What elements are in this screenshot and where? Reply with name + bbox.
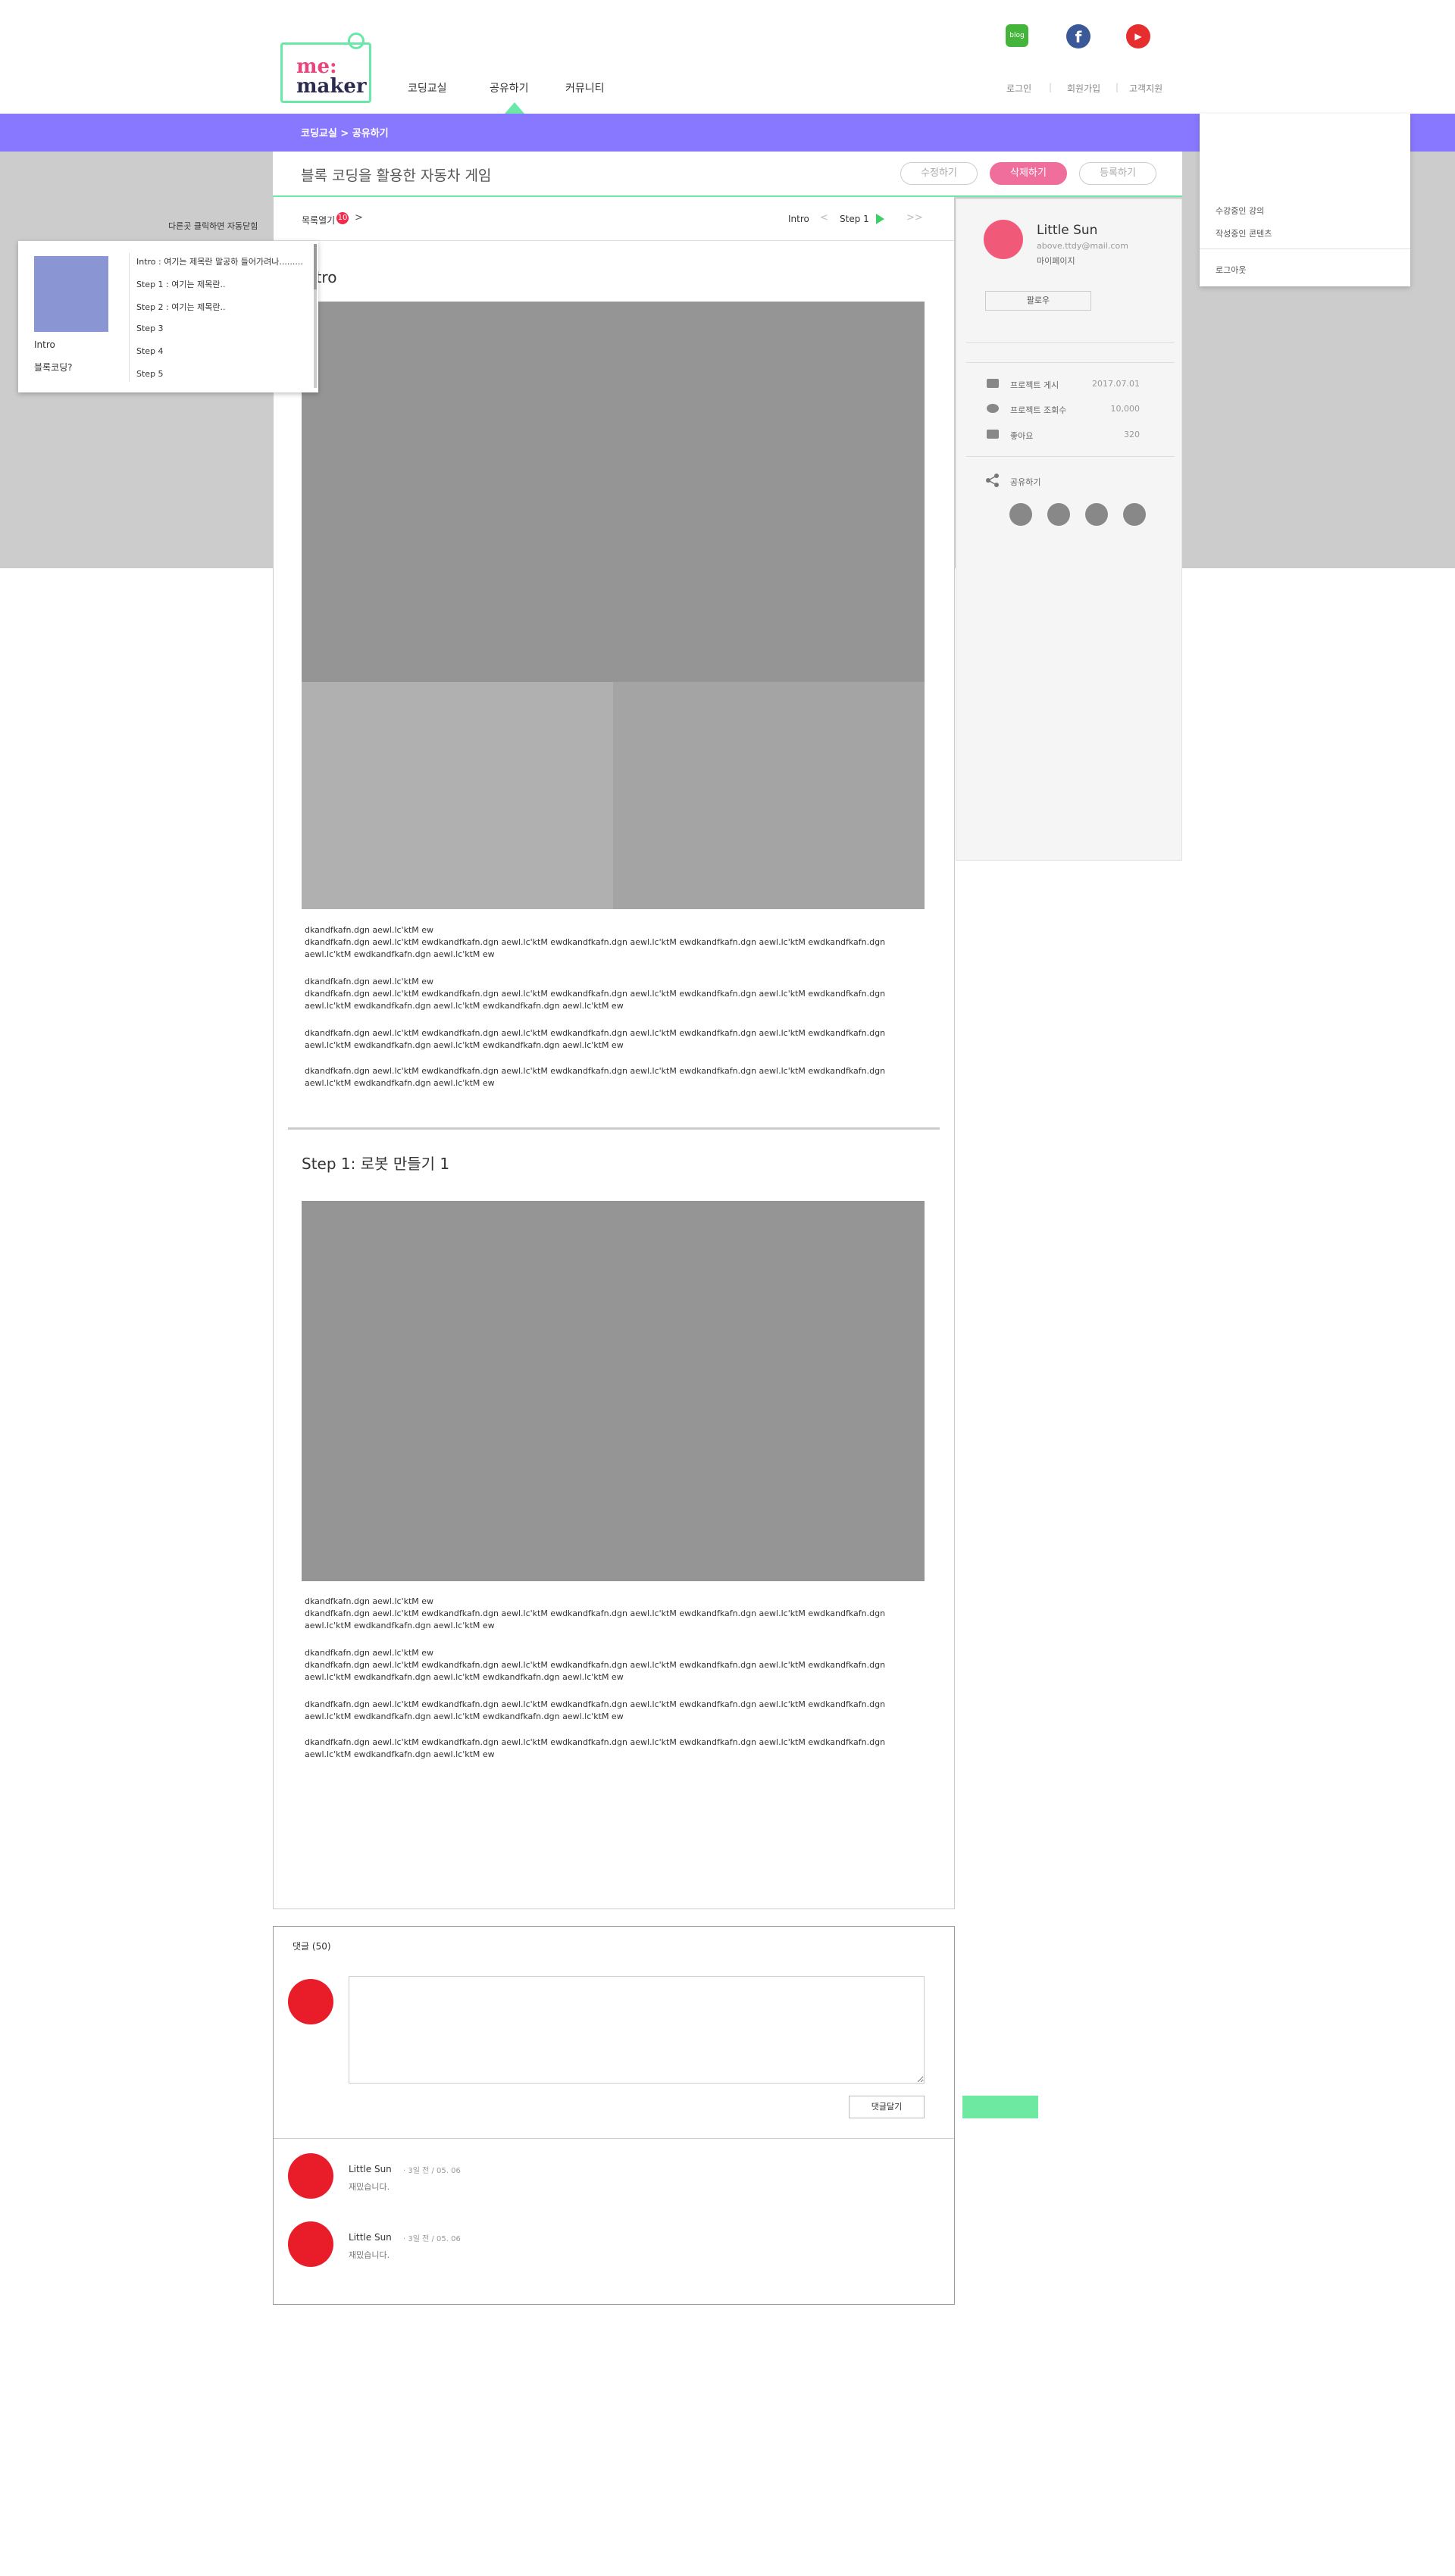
- nav-community[interactable]: 커뮤니티: [565, 80, 605, 95]
- comment-divider: [274, 2138, 954, 2139]
- stat-value: 2017.07.01: [1092, 379, 1140, 389]
- toc-thumbnail[interactable]: [34, 256, 108, 332]
- active-nav-indicator: [505, 102, 524, 114]
- util-separator: |: [1116, 82, 1119, 92]
- toc-hint-label: 다른곳 클릭하면 자동닫힘: [168, 221, 258, 231]
- submit-comment-button[interactable]: 댓글달기: [849, 2096, 925, 2118]
- intro-paragraph: dkandfkafn.dgn aewl.lc'ktM ewdkandfkafn.…: [305, 1028, 886, 1050]
- step1-image: [302, 1201, 925, 1581]
- eye-icon: [987, 404, 999, 413]
- next-step-icon[interactable]: >>: [906, 212, 923, 224]
- stat-value: 320: [1124, 430, 1140, 439]
- share-option-icon[interactable]: [1009, 503, 1032, 526]
- step1-title: Step 1: 로봇 만들기 1: [302, 1155, 450, 1173]
- step-nav-current: Step 1: [840, 214, 869, 224]
- comment-author: Little Sun: [349, 2164, 392, 2174]
- mypage-link[interactable]: 마이페이지: [1037, 255, 1075, 267]
- intro-paragraph: dkandfkafn.dgn aewl.lc'ktM ewdkandfkafn.…: [305, 1066, 886, 1088]
- annotation-marker: [962, 2096, 1038, 2118]
- toc-item[interactable]: Step 4: [136, 346, 164, 356]
- share-option-icon[interactable]: [1123, 503, 1146, 526]
- comment-text: 재밌습니다.: [349, 2182, 390, 2192]
- section-divider: [288, 1127, 940, 1130]
- login-link[interactable]: 로그인: [1006, 82, 1031, 95]
- step1-paragraph: dkandfkafn.dgn aewl.lc'ktM ewdkandfkafn.…: [305, 1737, 886, 1759]
- facebook-icon[interactable]: f: [1066, 24, 1090, 48]
- intro-paragraph: dkandfkafn.dgn aewl.lc'ktM ew dkandfkafn…: [305, 925, 886, 959]
- user-menu-item[interactable]: 작성중인 콘텐츠: [1216, 227, 1272, 239]
- logo-clip-icon: [348, 33, 365, 49]
- sidebar-divider: [966, 362, 1175, 363]
- share-label: 공유하기: [1010, 477, 1041, 487]
- avatar: [288, 2221, 333, 2267]
- site-logo[interactable]: me: maker: [280, 33, 371, 103]
- nav-share[interactable]: 공유하기: [490, 80, 529, 95]
- calendar-icon: [987, 379, 999, 388]
- prev-step-icon[interactable]: <: [820, 212, 828, 224]
- comment-input[interactable]: [349, 1976, 925, 2084]
- support-link[interactable]: 고객지원: [1129, 82, 1162, 95]
- intro-image-left: [302, 682, 613, 909]
- follow-button[interactable]: 팔로우: [985, 291, 1091, 311]
- user-menu: [1200, 114, 1410, 286]
- toc-item[interactable]: Step 1 : 여기는 제목란..: [136, 278, 225, 290]
- logo-text-bottom: maker: [296, 75, 367, 98]
- sidebar-divider: [966, 456, 1175, 457]
- delete-button[interactable]: 삭제하기: [990, 162, 1067, 185]
- breadcrumb: 코딩교실 > 공유하기: [301, 128, 389, 139]
- share-option-icon[interactable]: [1085, 503, 1108, 526]
- play-icon[interactable]: [876, 214, 884, 224]
- stat-value: 10,000: [1110, 404, 1141, 414]
- avatar: [288, 1979, 333, 2024]
- profile-email: above.ttdy@mail.com: [1037, 241, 1128, 251]
- util-separator: |: [1049, 82, 1053, 92]
- toc-open-button[interactable]: 목록열기: [302, 214, 335, 227]
- toc-item[interactable]: Intro : 여기는 제목란 말공하 들어가려나.........: [136, 255, 303, 267]
- stat-label: 좋아요: [1010, 431, 1034, 441]
- toc-item[interactable]: Step 2 : 여기는 제목란..: [136, 301, 225, 313]
- toc-count-badge: 10: [336, 212, 349, 224]
- step-nav-intro[interactable]: Intro: [788, 214, 809, 224]
- thumbs-up-icon: [987, 430, 999, 439]
- comment-meta: · 3일 전 / 05. 06: [403, 2235, 461, 2243]
- avatar: [288, 2153, 333, 2199]
- chevron-right-icon[interactable]: >: [355, 212, 363, 224]
- avatar[interactable]: [984, 220, 1023, 259]
- logout-link[interactable]: 로그아웃: [1216, 264, 1246, 276]
- youtube-icon[interactable]: ▶: [1126, 24, 1150, 48]
- intro-main-image: [302, 302, 925, 682]
- edit-button[interactable]: 수정하기: [900, 162, 978, 185]
- toc-thumb-subtitle: 블록코딩?: [34, 362, 73, 373]
- stat-label: 프로젝트 조회수: [1010, 405, 1067, 415]
- step1-paragraph: dkandfkafn.dgn aewl.lc'ktM ew dkandfkafn…: [305, 1596, 886, 1630]
- signup-link[interactable]: 회원가입: [1067, 82, 1100, 95]
- toc-item[interactable]: Step 3: [136, 324, 164, 333]
- share-icon: [986, 474, 999, 487]
- nav-coding-class[interactable]: 코딩교실: [408, 80, 447, 95]
- sidebar-divider: [966, 342, 1175, 343]
- comment-text: 재밌습니다.: [349, 2250, 390, 2260]
- step1-paragraph: dkandfkafn.dgn aewl.lc'ktM ew dkandfkafn…: [305, 1648, 886, 1682]
- share-option-icon[interactable]: [1047, 503, 1070, 526]
- page-title: 블록 코딩을 활용한 자동차 게임: [301, 167, 492, 184]
- comment-author: Little Sun: [349, 2232, 392, 2243]
- stat-label: 프로젝트 게시: [1010, 380, 1059, 390]
- user-menu-item[interactable]: 수강중인 강의: [1216, 205, 1264, 217]
- toc-item[interactable]: Step 5: [136, 369, 164, 379]
- comment-meta: · 3일 전 / 05. 06: [403, 2167, 461, 2175]
- register-button[interactable]: 등록하기: [1079, 162, 1156, 185]
- step1-paragraph: dkandfkafn.dgn aewl.lc'ktM ewdkandfkafn.…: [305, 1699, 886, 1721]
- intro-image-right: [613, 682, 925, 909]
- intro-paragraph: dkandfkafn.dgn aewl.lc'ktM ew dkandfkafn…: [305, 977, 886, 1011]
- comment-count: 댓글 (50): [293, 1941, 331, 1952]
- toc-divider: [129, 253, 130, 382]
- toc-thumb-caption: Intro: [34, 339, 55, 350]
- profile-name: Little Sun: [1037, 223, 1098, 238]
- toc-scrollbar-thumb[interactable]: [314, 244, 317, 289]
- blog-icon[interactable]: blog: [1006, 24, 1028, 47]
